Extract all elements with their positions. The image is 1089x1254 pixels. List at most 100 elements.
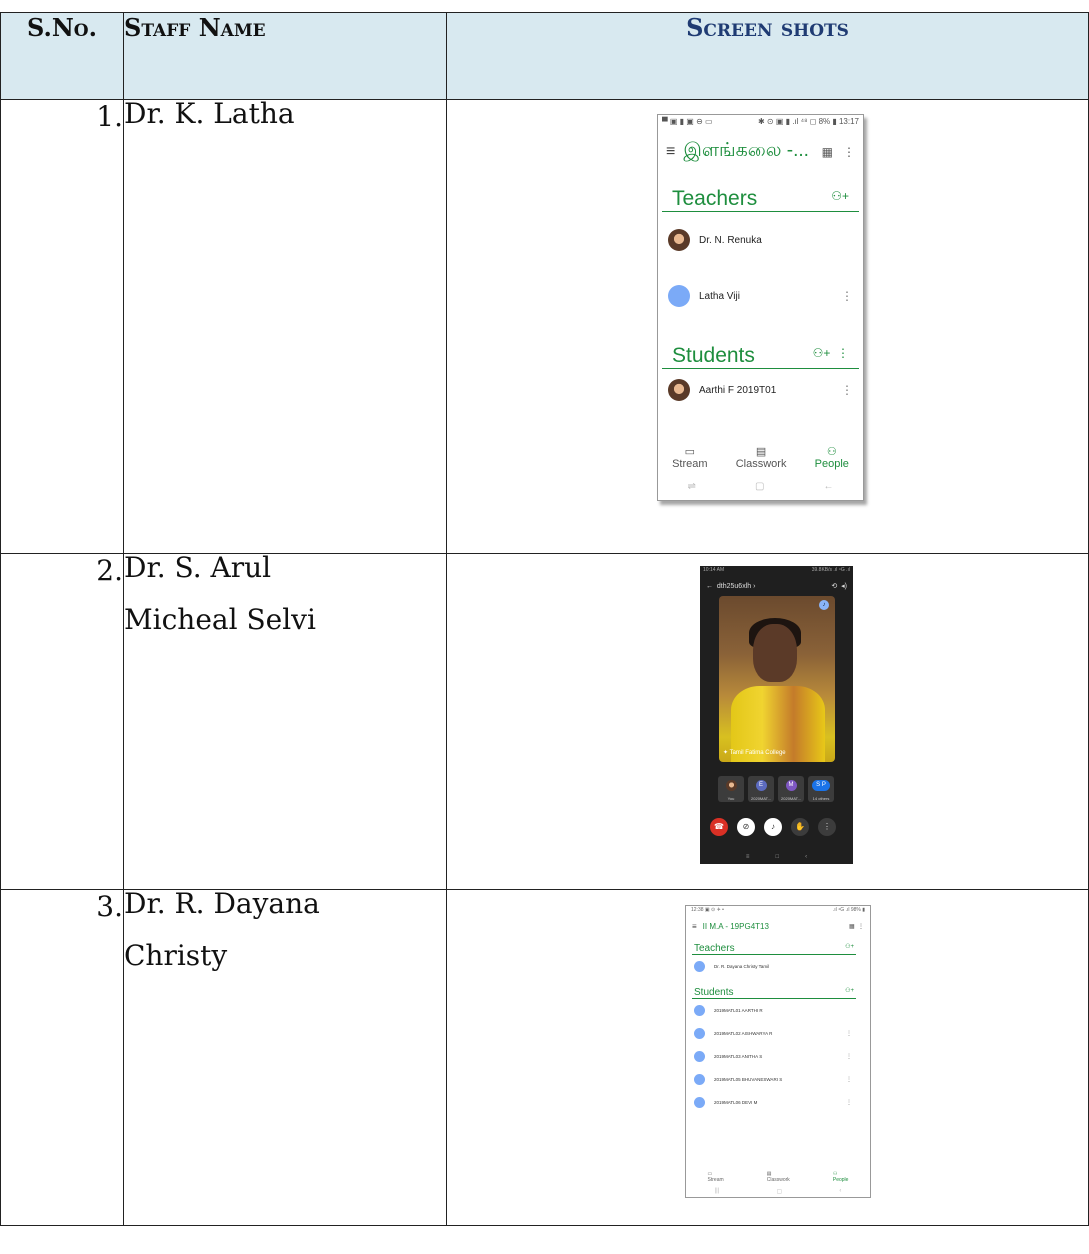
- table-row: 1. Dr. K. Latha ▀ ▣ ▮ ▣ ⊖ ▭ ✱ ⊙ ▣ ▮ .ıl …: [0, 97, 1089, 554]
- staff-name-line: Dr. S. Arul: [124, 551, 272, 584]
- back-icon: ‹: [805, 854, 808, 860]
- nav-classwork-label: Classwork: [735, 458, 787, 470]
- list-item: 2019MATL02 AISHWARYA R ⋮: [686, 1022, 870, 1045]
- staff-name-line: Dr. R. Dayana: [124, 887, 320, 920]
- avatar: [694, 961, 705, 972]
- participant-face: [753, 624, 797, 682]
- classroom-people-screenshot: 12:38 ▣ ⊙ ✈ • .ıl ⁴G .ıl 98% ▮ ≡ II M.A …: [685, 905, 871, 1198]
- list-item: 2019MATL01 AARTHI R: [686, 999, 870, 1022]
- nav-stream-label: Stream: [672, 458, 708, 470]
- header-sno: S.No.: [0, 12, 124, 100]
- status-time: 12:38 ▣ ⊙ ✈ •: [691, 907, 724, 913]
- participant-tile: E 2020MAT...: [748, 776, 774, 802]
- participant-caption: ✦ Tamil Fatima College: [723, 750, 786, 756]
- caption-text: Tamil Fatima College: [729, 750, 786, 756]
- avatar: [725, 780, 737, 791]
- nav-classwork-label: Classwork: [766, 1177, 790, 1183]
- person-name: Aarthi F 2019T01: [699, 384, 777, 396]
- table-row: 2. Dr. S. Arul Micheal Selvi 10:14 AM 39…: [0, 551, 1089, 890]
- participant-video: ♪ ✦ Tamil Fatima College: [719, 596, 835, 762]
- meeting-code: dth25u6xlh ›: [716, 582, 756, 590]
- teachers-label: Teachers: [694, 943, 735, 954]
- avatar: S P: [812, 780, 830, 791]
- participant-tile: M 2020MAT...: [778, 776, 804, 802]
- avatar: [694, 1097, 705, 1108]
- screenshot-cell: 10:14 AM 39.8KB/s .ıl ⁴G .ıl ← dth25u6xl…: [446, 553, 1089, 890]
- back-icon: ←: [823, 481, 834, 492]
- back-icon: ‹: [839, 1188, 842, 1194]
- avatar: [694, 1028, 705, 1039]
- person-name: 2019MATL02 AISHWARYA R: [714, 1031, 773, 1036]
- person-name: 2019MATL06 DEVI M: [714, 1100, 758, 1105]
- list-item: Latha Viji ⋮: [658, 268, 863, 324]
- students-label: Students: [694, 987, 734, 998]
- mic-indicator-icon: ♪: [819, 600, 829, 610]
- menu-icon: ≡: [666, 143, 676, 160]
- mic-off-icon: ♪: [764, 818, 782, 836]
- more-vert-icon: ⋮: [843, 145, 855, 159]
- classroom-people-screenshot: ▀ ▣ ▮ ▣ ⊖ ▭ ✱ ⊙ ▣ ▮ .ıl ⁴⁸ ◻ 8% ▮ 13:17 …: [657, 114, 864, 501]
- meet-top-bar: ← dth25u6xlh › ⟲ ◂): [700, 578, 853, 594]
- classwork-icon: ▤: [755, 446, 767, 458]
- bottom-nav: ▭ Stream ▤ Classwork ⚇ People: [686, 1171, 870, 1183]
- person-name: 2019MATL05 BHUVANESWARI S: [714, 1077, 783, 1082]
- screenshot-cell: ▀ ▣ ▮ ▣ ⊖ ▭ ✱ ⊙ ▣ ▮ .ıl ⁴⁸ ◻ 8% ▮ 13:17 …: [446, 99, 1089, 554]
- teachers-heading: Teachers ⚇+: [692, 934, 856, 955]
- more-vert-icon: ⋮: [818, 818, 836, 836]
- add-person-icon: ⚇+: [845, 988, 854, 994]
- system-nav: ⇌ ▢ ←: [658, 481, 863, 492]
- row-staff-name: Dr. S. Arul Micheal Selvi: [123, 551, 447, 890]
- more-vert-icon: ⋮: [841, 383, 853, 397]
- list-item: Aarthi F 2019T01 ⋮: [658, 369, 863, 411]
- status-bar: 12:38 ▣ ⊙ ✈ • .ıl ⁴G .ıl 98% ▮: [686, 906, 870, 918]
- screenshot-cell: 12:38 ▣ ⊙ ✈ • .ıl ⁴G .ıl 98% ▮ ≡ II M.A …: [446, 889, 1089, 1226]
- nav-people-label: People: [814, 458, 849, 470]
- staff-name-line: Dr. K. Latha: [124, 97, 295, 130]
- app-toolbar: ≡ இளங்கலை -... ▦ ⋮: [658, 137, 863, 167]
- person-name: Dr. R. Dayana Christy Tamil: [714, 964, 770, 969]
- switch-camera-icon: ⟲ ◂): [831, 583, 847, 590]
- status-icons: ▀ ▣ ▮ ▣ ⊖ ▭: [662, 117, 713, 126]
- nav-classwork: ▤ Classwork: [767, 1171, 790, 1183]
- avatar: [668, 285, 690, 307]
- home-icon: □: [775, 854, 780, 860]
- tile-label: You: [727, 796, 735, 801]
- header-screen-shots: Screen shots: [446, 12, 1089, 100]
- row-staff-name: Dr. R. Dayana Christy: [123, 887, 447, 1226]
- staff-table: S.No. Staff Name Screen shots 1. Dr. K. …: [0, 12, 1089, 1226]
- recent-apps-icon: |||: [714, 1188, 720, 1194]
- apps-grid-icon: ▦: [821, 145, 833, 159]
- call-controls: ☎ ⊘ ♪ ✋ ⋮: [710, 818, 836, 836]
- nav-stream: ▭ Stream: [672, 445, 707, 470]
- avatar: [694, 1074, 705, 1085]
- tile-label: 2020MAT...: [751, 796, 771, 801]
- list-item: 2019MATL05 BHUVANESWARI S ⋮: [686, 1068, 870, 1091]
- teachers-heading: Teachers ⚇+: [662, 167, 859, 212]
- person-name: Dr. N. Renuka: [699, 234, 762, 246]
- bottom-nav: ▭ Stream ▤ Classwork ⚇ People: [658, 445, 863, 470]
- status-icons: 39.8KB/s .ıl ⁴G .ıl: [811, 567, 850, 573]
- students-heading: Students ⚇+: [692, 978, 856, 999]
- header-staff-name: Staff Name: [123, 12, 447, 100]
- teachers-label: Teachers: [672, 187, 758, 210]
- status-time: ✱ ⊙ ▣ ▮ .ıl ⁴⁸ ◻ 8% ▮ 13:17: [757, 117, 859, 126]
- status-icons: .ıl ⁴G .ıl 98% ▮: [832, 907, 865, 913]
- avatar: [694, 1051, 705, 1062]
- home-icon: ▢: [754, 481, 765, 492]
- class-title: II M.A - 19PG4T13: [702, 921, 769, 931]
- students-label: Students: [672, 344, 755, 367]
- list-item: 2019MATL03 ANITHA S ⋮: [686, 1045, 870, 1068]
- nav-stream-label: Stream: [707, 1177, 724, 1183]
- avatar: [694, 1005, 705, 1016]
- staff-name-line: Christy: [124, 939, 228, 972]
- nav-people-label: People: [832, 1177, 849, 1183]
- person-name: 2019MATL01 AARTHI R: [714, 1008, 763, 1013]
- raise-hand-icon: ✋: [791, 818, 809, 836]
- row-sno: 2.: [0, 553, 124, 890]
- more-vert-icon: ⋮: [846, 1077, 852, 1083]
- tile-label: 14 others: [812, 796, 830, 801]
- avatar: [668, 229, 690, 251]
- more-vert-icon: ⋮: [846, 1054, 852, 1060]
- participant-tiles: You E 2020MAT... M 2020MAT... S P 14 others: [718, 776, 834, 802]
- row-sno: 3.: [0, 889, 124, 1226]
